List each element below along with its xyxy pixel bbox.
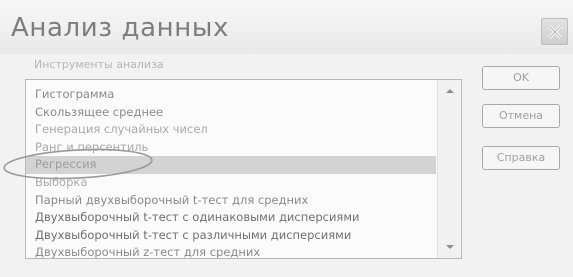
scroll-up-button[interactable] bbox=[438, 82, 461, 100]
ok-button[interactable]: OK bbox=[482, 66, 560, 90]
scroll-down-button[interactable] bbox=[438, 238, 461, 256]
analysis-tools-list: Гистограмма Скользящее среднее Генерация… bbox=[26, 86, 436, 258]
close-button[interactable] bbox=[541, 18, 568, 45]
list-item-rank-and-percentile[interactable]: Ранг и персентиль bbox=[26, 139, 436, 157]
list-item-paired-t-test[interactable]: Парный двухвыборочный t-тест для средних bbox=[26, 192, 436, 210]
data-analysis-dialog: Анализ данных Инструменты анализа Гистог… bbox=[0, 0, 573, 277]
title-bar: Анализ данных bbox=[0, 0, 573, 54]
list-item-regression[interactable]: Регрессия bbox=[26, 156, 436, 174]
analysis-tools-listbox[interactable]: Гистограмма Скользящее среднее Генерация… bbox=[25, 79, 462, 259]
scroll-up-arrow-icon bbox=[446, 89, 454, 93]
analysis-tools-label: Инструменты анализа bbox=[34, 58, 164, 71]
dialog-title: Анализ данных bbox=[11, 13, 229, 43]
close-icon bbox=[547, 24, 563, 40]
list-scrollbar[interactable] bbox=[437, 80, 461, 258]
list-item-sampling[interactable]: Выборка bbox=[26, 174, 436, 192]
scroll-down-arrow-icon bbox=[446, 245, 454, 249]
list-item-random-number-generation[interactable]: Генерация случайных чисел bbox=[26, 121, 436, 139]
list-item-t-test-unequal-variances[interactable]: Двухвыборочный t-тест с различными диспе… bbox=[26, 227, 436, 245]
list-item-z-test[interactable]: Двухвыборочный z-тест для средних bbox=[26, 244, 436, 258]
help-button[interactable]: Справка bbox=[482, 146, 560, 170]
list-item-histogram[interactable]: Гистограмма bbox=[26, 86, 436, 104]
cancel-button[interactable]: Отмена bbox=[482, 104, 560, 128]
list-item-t-test-equal-variances[interactable]: Двухвыборочный t-тест с одинаковыми дисп… bbox=[26, 209, 436, 227]
list-item-moving-average[interactable]: Скользящее среднее bbox=[26, 104, 436, 122]
